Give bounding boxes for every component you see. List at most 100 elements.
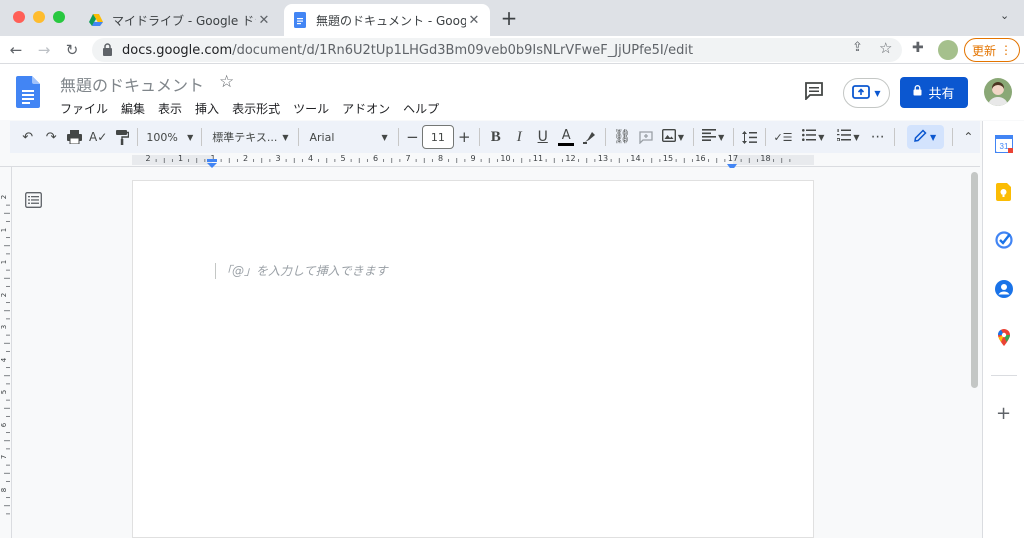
scrollbar-thumb[interactable] bbox=[971, 172, 978, 388]
tab-google-drive[interactable]: マイドライブ - Google ドライブ ✕ bbox=[80, 4, 280, 36]
address-bar: ← → ↻ docs.google.com/document/d/1Rn6U2t… bbox=[0, 36, 1024, 64]
reload-icon[interactable]: ↻ bbox=[62, 40, 82, 60]
dropdown-arrow-icon: ▼ bbox=[187, 132, 194, 142]
menu-view[interactable]: 表示 bbox=[158, 100, 182, 117]
url-path: /document/d/1Rn6U2tUp1LHGd3Bm09veb0b9IsN… bbox=[232, 42, 694, 58]
forward-arrow-icon[interactable]: → bbox=[34, 40, 54, 60]
minimize-window-button[interactable] bbox=[33, 11, 45, 23]
new-tab-button[interactable]: + bbox=[498, 7, 520, 29]
add-comment-icon[interactable] bbox=[634, 125, 657, 149]
insert-link-icon[interactable]: ⛓ bbox=[610, 125, 633, 149]
tasks-icon[interactable] bbox=[995, 231, 1013, 249]
document-page[interactable]: 「@」を入力して挿入できます bbox=[132, 180, 814, 538]
close-tab-icon[interactable]: ✕ bbox=[256, 13, 272, 28]
google-drive-icon bbox=[88, 12, 104, 28]
bulleted-list-button[interactable]: ▼ bbox=[796, 125, 831, 149]
dropdown-arrow-icon: ▼ bbox=[930, 132, 937, 142]
close-tab-icon[interactable]: ✕ bbox=[466, 13, 482, 28]
extensions-puzzle-icon[interactable]: ✚ bbox=[912, 40, 924, 56]
present-icon bbox=[852, 84, 871, 103]
lock-icon[interactable] bbox=[102, 43, 113, 60]
highlight-color-icon[interactable] bbox=[578, 125, 601, 149]
decrease-font-size-button[interactable]: − bbox=[403, 125, 423, 149]
get-addons-icon[interactable]: + bbox=[996, 403, 1011, 424]
dropdown-arrow-icon: ▼ bbox=[381, 132, 388, 142]
italic-icon[interactable]: I bbox=[507, 125, 530, 149]
body-placeholder[interactable]: 「@」を入力して挿入できます bbox=[220, 262, 388, 279]
lock-icon bbox=[913, 85, 922, 100]
undo-icon[interactable]: ↶ bbox=[16, 125, 39, 149]
menu-addons[interactable]: アドオン bbox=[342, 100, 390, 117]
dropdown-arrow-icon: ▼ bbox=[874, 88, 881, 98]
ruler-label: 14 bbox=[630, 154, 641, 163]
ruler-label: 16 bbox=[695, 154, 706, 163]
insert-image-button[interactable]: ▼ bbox=[657, 125, 688, 149]
menu-tools[interactable]: ツール bbox=[293, 100, 329, 117]
update-button[interactable]: 更新 ⋮ bbox=[964, 38, 1020, 62]
docs-logo-icon[interactable] bbox=[16, 76, 40, 112]
numbered-list-button[interactable]: ▼ bbox=[831, 125, 866, 149]
document-outline-icon[interactable] bbox=[25, 192, 42, 212]
menu-help[interactable]: ヘルプ bbox=[403, 100, 439, 117]
account-avatar[interactable] bbox=[984, 78, 1012, 106]
ruler-label: 1 bbox=[177, 154, 184, 163]
share-page-icon[interactable]: ⇪ bbox=[852, 40, 863, 55]
tab-search-icon[interactable]: ⌄ bbox=[1000, 9, 1009, 22]
align-button[interactable]: ▼ bbox=[698, 125, 729, 149]
line-spacing-icon[interactable] bbox=[738, 125, 761, 149]
star-icon[interactable]: ☆ bbox=[219, 72, 234, 92]
font-family-value: Arial bbox=[309, 130, 335, 144]
menu-insert[interactable]: 挿入 bbox=[195, 100, 219, 117]
font-size-input[interactable]: 11 bbox=[422, 125, 454, 149]
text-cursor bbox=[215, 263, 216, 279]
side-panel-divider bbox=[991, 375, 1017, 376]
keep-icon[interactable] bbox=[995, 183, 1013, 201]
share-button[interactable]: 共有 bbox=[900, 77, 968, 108]
collapse-menus-icon[interactable]: ⌃ bbox=[957, 125, 980, 149]
back-arrow-icon[interactable]: ← bbox=[6, 40, 26, 60]
font-family-select[interactable]: Arial ▼ bbox=[303, 125, 393, 149]
maps-icon[interactable] bbox=[995, 328, 1013, 346]
pencil-icon bbox=[914, 128, 927, 146]
paragraph-style-select[interactable]: 標準テキス... ▼ bbox=[206, 125, 294, 149]
contacts-icon[interactable] bbox=[995, 280, 1013, 298]
underline-icon[interactable]: U bbox=[531, 125, 554, 149]
present-button[interactable]: ▼ bbox=[843, 78, 890, 108]
tab-google-docs[interactable]: 無題のドキュメント - Google ドキ ✕ bbox=[284, 4, 490, 36]
increase-font-size-button[interactable]: + bbox=[454, 125, 476, 149]
menu-file[interactable]: ファイル bbox=[60, 100, 108, 117]
maximize-window-button[interactable] bbox=[53, 11, 65, 23]
menu-format[interactable]: 表示形式 bbox=[232, 100, 280, 117]
side-panel: 31 + bbox=[982, 121, 1024, 538]
url-input[interactable]: docs.google.com/document/d/1Rn6U2tUp1LHG… bbox=[92, 38, 902, 62]
redo-icon[interactable]: ↷ bbox=[39, 125, 62, 149]
menu-bar: ファイル 編集 表示 挿入 表示形式 ツール アドオン ヘルプ bbox=[60, 100, 439, 117]
align-left-icon bbox=[702, 129, 717, 145]
toolbar-divider bbox=[951, 128, 953, 146]
zoom-select[interactable]: 100% ▼ bbox=[142, 125, 197, 149]
close-window-button[interactable] bbox=[13, 11, 25, 23]
ruler-label: 4 bbox=[307, 154, 314, 163]
profile-avatar[interactable] bbox=[938, 40, 958, 60]
document-title[interactable]: 無題のドキュメント bbox=[60, 72, 204, 96]
toolbar-divider bbox=[893, 128, 895, 146]
bulleted-list-icon bbox=[802, 129, 817, 145]
toolbar-divider bbox=[479, 128, 481, 146]
bookmark-star-icon[interactable]: ☆ bbox=[879, 39, 892, 57]
more-options-icon[interactable]: ⋯ bbox=[866, 125, 889, 149]
bold-icon[interactable]: B bbox=[484, 125, 507, 149]
editing-mode-button[interactable]: ▼ bbox=[906, 125, 944, 149]
dropdown-arrow-icon: ▼ bbox=[818, 132, 825, 142]
spellcheck-icon[interactable]: A✓ bbox=[86, 125, 109, 149]
vertical-scrollbar[interactable] bbox=[970, 168, 980, 538]
checklist-icon[interactable]: ✓☰ bbox=[770, 125, 795, 149]
comments-icon[interactable] bbox=[804, 82, 824, 104]
print-icon[interactable] bbox=[63, 125, 86, 149]
ruler-label: 10 bbox=[500, 154, 511, 163]
calendar-icon[interactable]: 31 bbox=[994, 134, 1014, 154]
text-color-icon[interactable]: A bbox=[554, 125, 577, 149]
update-button-label: 更新 bbox=[971, 43, 996, 58]
paint-format-icon[interactable] bbox=[110, 125, 133, 149]
vertical-ruler-label: 3 bbox=[0, 324, 9, 330]
menu-edit[interactable]: 編集 bbox=[121, 100, 145, 117]
